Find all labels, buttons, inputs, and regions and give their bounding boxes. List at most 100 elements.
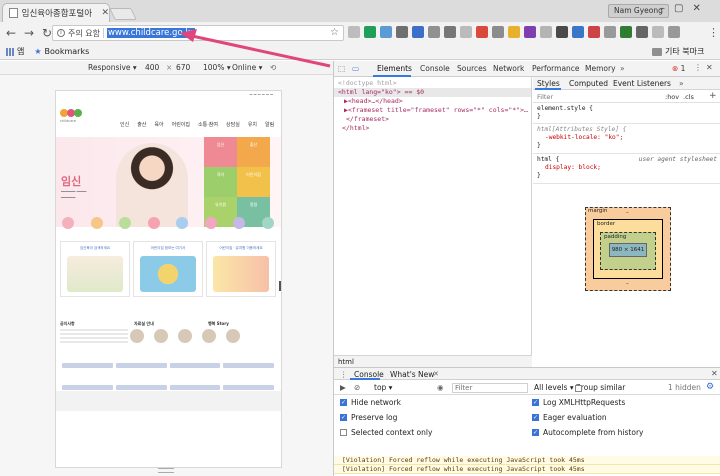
device-toggle-icon[interactable]: ▭ (352, 64, 359, 73)
more-tabs-icon[interactable]: » (679, 79, 684, 88)
column-title[interactable]: 공지사항 (60, 321, 128, 327)
thumbnail[interactable] (202, 329, 216, 343)
close-devtools-icon[interactable]: ✕ (706, 63, 713, 72)
cls-toggle[interactable]: .cls (683, 93, 694, 101)
extension-icon[interactable] (572, 26, 584, 38)
thumbnail[interactable] (130, 329, 144, 343)
sidebar-toggle-icon[interactable]: ▶ (340, 383, 346, 392)
column-title[interactable]: 행복 Story (208, 321, 276, 327)
rotate-icon[interactable]: ⟲ (270, 63, 276, 72)
tab-network[interactable]: Network (493, 64, 524, 73)
style-rule[interactable]: html { user agent stylesheet display: bl… (533, 155, 720, 184)
extension-icon[interactable] (620, 26, 632, 38)
drawer-menu-icon[interactable]: ⋮ (340, 370, 348, 379)
tile[interactable]: 육아 (204, 167, 237, 197)
page-scrollbar[interactable] (279, 281, 281, 291)
site-nav-item[interactable]: 상담실 (226, 121, 240, 128)
close-tab-icon[interactable]: ✕ (101, 8, 109, 18)
quick-icon[interactable] (90, 217, 103, 229)
extension-icon[interactable] (492, 26, 504, 38)
feature-card[interactable]: 어린이집 정보는 여기서 (133, 241, 203, 297)
feature-card[interactable]: 임신육아 검색하세요 (60, 241, 130, 297)
throttle-select[interactable]: Online ▾ (232, 63, 262, 72)
emulated-page[interactable]: ━ ━ ━ ━ ━ ━ childcare 인신 출산 육아 어린이집 소통·참… (56, 91, 281, 467)
dom-node[interactable]: ▶<head>…</head> (334, 97, 531, 106)
close-window-icon[interactable]: ✕ (692, 3, 700, 14)
partner-logo[interactable] (115, 363, 167, 368)
hov-toggle[interactable]: :hov (665, 93, 679, 101)
minimize-icon[interactable]: – (660, 3, 665, 14)
tab-console[interactable]: Console (420, 64, 450, 73)
apps-shortcut[interactable]: 앱 (6, 46, 24, 57)
thumbnail[interactable] (178, 329, 192, 343)
levels-select[interactable]: All levels ▾ (534, 383, 574, 392)
width-field[interactable]: 400 (145, 63, 159, 72)
dom-node[interactable]: </frameset> (334, 115, 531, 124)
close-whats-new-icon[interactable]: ✕ (433, 370, 439, 378)
preserve-log-option[interactable]: ✓ Preserve log (340, 413, 397, 422)
console-settings-icon[interactable]: ⚙ (706, 382, 714, 392)
extension-icon[interactable] (460, 26, 472, 38)
devtools-menu-icon[interactable]: ⋮ (694, 63, 702, 72)
site-logo[interactable]: childcare (60, 103, 90, 125)
url-text[interactable]: www.childcare.go.kr (106, 28, 195, 38)
new-tab-button[interactable] (109, 8, 137, 20)
camera-icon[interactable] (444, 26, 456, 38)
browser-tab[interactable]: 임신육아종합포털아 ✕ (2, 3, 110, 22)
partner-logo[interactable] (169, 384, 221, 390)
extension-icon[interactable] (380, 26, 392, 38)
add-rule-icon[interactable]: + (709, 91, 717, 101)
drive-icon[interactable] (364, 26, 376, 38)
resize-handle[interactable] (158, 468, 174, 473)
tab-performance[interactable]: Performance (532, 64, 580, 73)
dom-node-selected[interactable]: <html lang="ko"> == $0 (334, 88, 531, 97)
site-nav-item[interactable]: 출산 (137, 121, 146, 128)
maximize-icon[interactable]: ▢ (674, 3, 683, 14)
tile[interactable]: 어린이집 (237, 167, 270, 197)
site-nav-item[interactable]: 육아 (154, 121, 163, 128)
extension-icon[interactable] (588, 26, 600, 38)
checkbox[interactable] (340, 429, 347, 436)
site-nav-item[interactable]: 인신 (120, 121, 129, 128)
box-content[interactable]: 980 × 1641 (609, 243, 647, 257)
hide-network-option[interactable]: ✓ Hide network (340, 398, 401, 407)
box-padding[interactable]: padding 980 × 1641 (600, 232, 656, 270)
style-rule[interactable]: html[Attributes Style] { -webkit-locale:… (533, 125, 720, 154)
tile[interactable]: 출산 (237, 137, 270, 167)
extension-icon[interactable] (636, 26, 648, 38)
extension-icon[interactable] (652, 26, 664, 38)
tab-styles[interactable]: Styles (537, 79, 560, 88)
checkbox-checked[interactable]: ✓ (532, 414, 539, 421)
more-tabs-icon[interactable]: » (620, 64, 625, 73)
extension-icon[interactable] (508, 26, 520, 38)
selected-context-option[interactable]: Selected context only (340, 428, 432, 437)
height-field[interactable]: 670 (176, 63, 190, 72)
tab-computed[interactable]: Computed (569, 79, 608, 88)
partner-logo[interactable] (223, 363, 274, 368)
tab-memory[interactable]: Memory (585, 64, 616, 73)
quick-icon[interactable] (204, 217, 217, 229)
column-title[interactable]: 자료실 안내 (134, 321, 202, 327)
quick-icon[interactable] (62, 217, 74, 229)
close-drawer-icon[interactable]: ✕ (711, 369, 718, 378)
zoom-select[interactable]: 100% ▾ (203, 63, 231, 72)
extension-icon[interactable] (540, 26, 552, 38)
other-bookmarks[interactable]: 기타 북마크 (652, 46, 704, 57)
partner-logo[interactable] (169, 363, 221, 368)
quick-icon[interactable] (119, 217, 132, 229)
chrome-menu-icon[interactable]: ⋮ (708, 26, 719, 39)
console-filter-input[interactable] (452, 383, 528, 393)
address-bar[interactable]: i 주의 요함 www.childcare.go.kr ☆ (52, 25, 344, 41)
box-border[interactable]: border padding 980 × 1641 (593, 219, 663, 279)
site-nav-item[interactable]: 소통·참여 (198, 121, 218, 128)
breadcrumb-item[interactable]: html (338, 358, 354, 366)
inspect-icon[interactable]: ⬚ (338, 64, 345, 73)
error-badge[interactable]: ⊗ 1 (672, 64, 685, 73)
extension-icon[interactable] (668, 26, 680, 38)
bookmarks-item[interactable]: ★ Bookmarks (34, 47, 89, 56)
tile[interactable]: 임신 (204, 137, 237, 167)
console-warning[interactable]: [Violation] Forced reflow while executin… (334, 456, 720, 465)
back-icon[interactable]: ← (4, 26, 18, 40)
checkbox-checked[interactable]: ✓ (532, 399, 539, 406)
tab-event-listeners[interactable]: Event Listeners (613, 79, 671, 88)
